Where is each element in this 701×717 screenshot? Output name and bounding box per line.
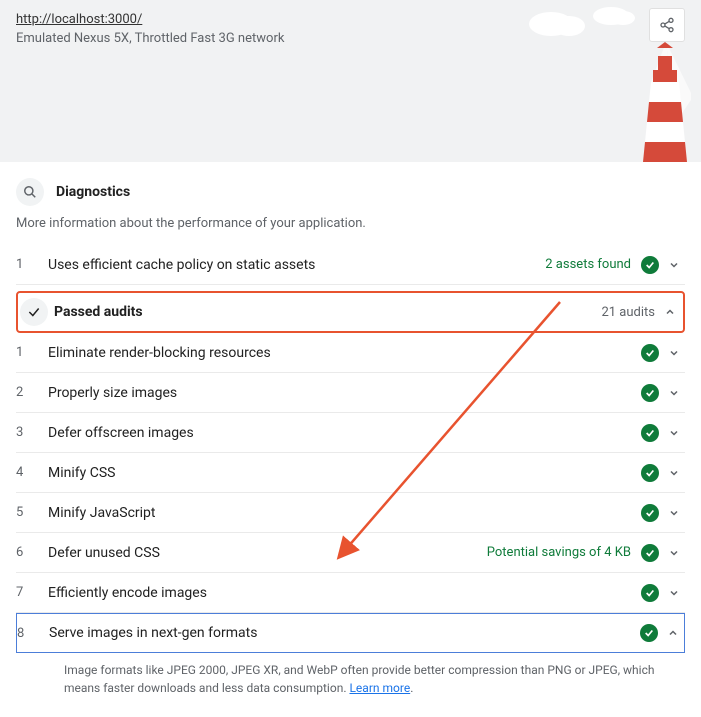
chevron-down-icon[interactable]	[667, 467, 681, 479]
share-icon	[659, 17, 675, 33]
passed-audits-list: 1Eliminate render-blocking resources2Pro…	[16, 333, 685, 705]
check-icon	[645, 588, 655, 598]
lighthouse-illustration	[611, 42, 691, 162]
audit-label: Properly size images	[48, 385, 641, 401]
diagnostics-title: Diagnostics	[56, 184, 130, 200]
pass-badge	[640, 624, 658, 642]
chevron-up-icon[interactable]	[663, 306, 677, 318]
audit-label: Minify CSS	[48, 465, 641, 481]
audit-label: Minify JavaScript	[48, 505, 641, 521]
audit-number: 1	[16, 257, 48, 272]
check-icon	[645, 388, 655, 398]
chevron-down-icon[interactable]	[667, 387, 681, 399]
share-button[interactable]	[649, 8, 685, 42]
passed-audit-item[interactable]: 5Minify JavaScript	[16, 493, 685, 533]
audit-number: 5	[16, 505, 48, 520]
audit-detail: 2 assets found	[545, 257, 631, 272]
audit-description: Image formats like JPEG 2000, JPEG XR, a…	[16, 653, 685, 705]
audit-label: Defer offscreen images	[48, 425, 641, 441]
check-icon-circle	[20, 298, 48, 326]
passed-audit-item[interactable]: 2Properly size images	[16, 373, 685, 413]
audit-number: 3	[16, 425, 48, 440]
audit-label: Efficiently encode images	[48, 585, 641, 601]
audit-label: Eliminate render-blocking resources	[48, 345, 641, 361]
check-icon	[645, 468, 655, 478]
audit-number: 1	[16, 345, 48, 360]
pass-badge	[641, 256, 659, 274]
chevron-down-icon[interactable]	[667, 507, 681, 519]
report-header: http://localhost:3000/ Emulated Nexus 5X…	[0, 0, 701, 162]
pass-badge	[641, 384, 659, 402]
audit-number: 6	[16, 545, 48, 560]
chevron-down-icon[interactable]	[667, 587, 681, 599]
chevron-down-icon[interactable]	[667, 547, 681, 559]
audit-detail: Potential savings of 4 KB	[487, 545, 631, 560]
pass-badge	[641, 464, 659, 482]
check-icon	[645, 508, 655, 518]
check-icon	[645, 428, 655, 438]
audit-number: 4	[16, 465, 48, 480]
chevron-up-icon[interactable]	[666, 627, 680, 639]
audit-label: Serve images in next-gen formats	[49, 625, 640, 641]
check-icon	[645, 548, 655, 558]
passed-audits-count: 21 audits	[601, 305, 655, 320]
passed-audit-item[interactable]: 7Efficiently encode images	[16, 573, 685, 613]
check-icon	[645, 260, 655, 270]
pass-badge	[641, 544, 659, 562]
diagnostics-description: More information about the performance o…	[16, 216, 685, 231]
learn-more-link[interactable]: Learn more	[349, 681, 410, 695]
audit-number: 8	[17, 626, 49, 641]
audit-label: Uses efficient cache policy on static as…	[48, 257, 545, 273]
diagnostics-header: Diagnostics	[16, 178, 685, 206]
chevron-down-icon[interactable]	[667, 347, 681, 359]
search-icon	[23, 185, 37, 199]
passed-audit-item[interactable]: 4Minify CSS	[16, 453, 685, 493]
audit-number: 2	[16, 385, 48, 400]
check-icon	[645, 348, 655, 358]
chevron-down-icon[interactable]	[667, 427, 681, 439]
passed-audits-title: Passed audits	[54, 304, 601, 320]
passed-audit-item[interactable]: 8Serve images in next-gen formats	[16, 613, 685, 653]
report-content: Diagnostics More information about the p…	[0, 162, 701, 717]
passed-audit-item[interactable]: 1Eliminate render-blocking resources	[16, 333, 685, 373]
audit-number: 7	[16, 585, 48, 600]
search-icon-circle	[16, 178, 44, 206]
pass-badge	[641, 344, 659, 362]
passed-audit-item[interactable]: 3Defer offscreen images	[16, 413, 685, 453]
audit-label: Defer unused CSS	[48, 545, 487, 561]
pass-badge	[641, 584, 659, 602]
passed-audit-item[interactable]: 6Defer unused CSSPotential savings of 4 …	[16, 533, 685, 573]
pass-badge	[641, 424, 659, 442]
check-icon	[27, 305, 41, 319]
chevron-down-icon[interactable]	[667, 259, 681, 271]
diagnostics-item[interactable]: 1 Uses efficient cache policy on static …	[16, 245, 685, 285]
passed-audits-header[interactable]: Passed audits 21 audits	[16, 291, 685, 333]
pass-badge	[641, 504, 659, 522]
check-icon	[644, 628, 654, 638]
